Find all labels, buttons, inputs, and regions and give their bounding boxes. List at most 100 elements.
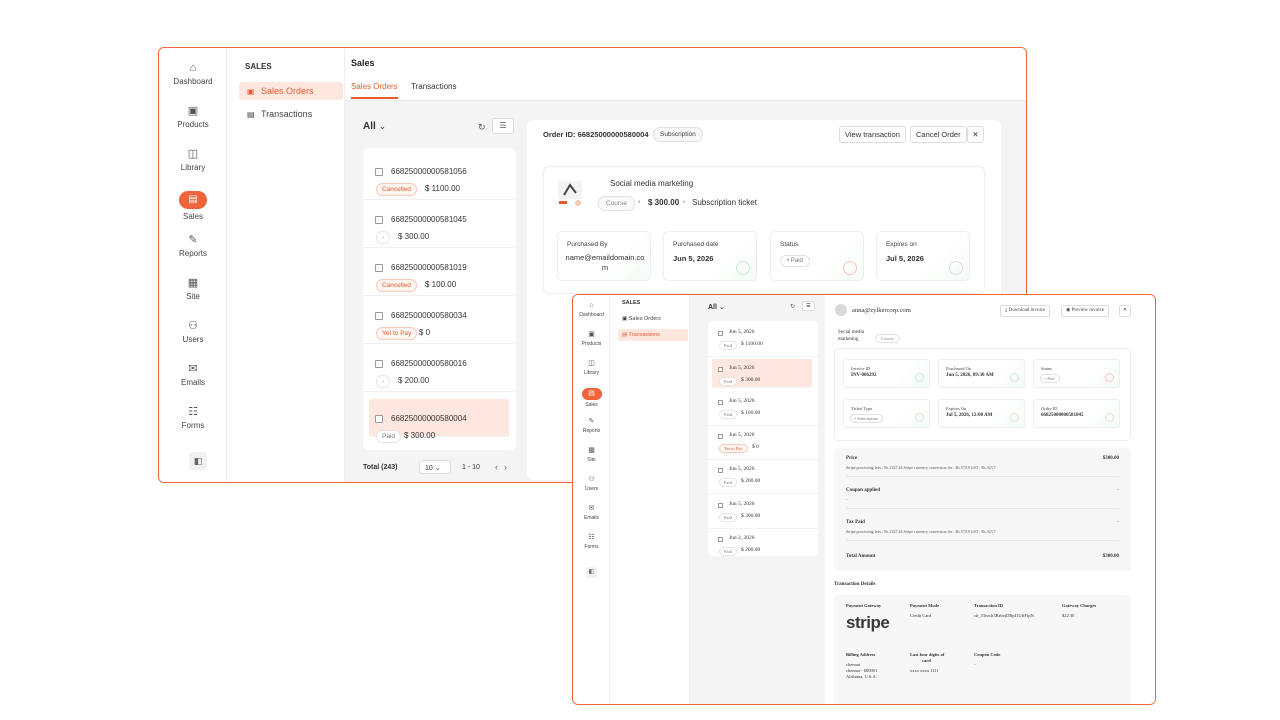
transaction-date: Jun 5, 2026 xyxy=(729,329,755,335)
tab-sales-orders[interactable]: Sales Orders xyxy=(351,82,398,99)
refresh-icon[interactable]: ↻ xyxy=(790,303,795,310)
row-checkbox[interactable] xyxy=(375,415,383,423)
nav-item-site[interactable]: ▦ Site xyxy=(159,277,227,301)
nav-item-forms[interactable]: ☷ Forms xyxy=(159,406,227,430)
transaction-date: Jun 5, 2026 xyxy=(729,365,755,371)
transaction-row[interactable]: Jun 5, 2026 Paid $ 300.00 xyxy=(712,359,812,388)
nav-item-users[interactable]: ⚇ Users xyxy=(159,320,227,344)
filter-icon[interactable]: ☰ xyxy=(802,301,815,311)
product-card: Social media marketing Course • $ 300.00… xyxy=(543,166,985,294)
status-icon xyxy=(843,261,857,275)
preview-invoice-button[interactable]: ◉ Preview invoice xyxy=(1061,305,1109,317)
subnav-item-sales-orders[interactable]: ▣ Sales Orders xyxy=(239,82,343,100)
row-checkbox[interactable] xyxy=(718,468,723,474)
subnav-item-transactions[interactable]: ▤ Transactions xyxy=(618,329,688,341)
transaction-row[interactable]: Jun 5, 2026 Paid $ 100.00 xyxy=(708,392,818,426)
subnav-item-sales-orders[interactable]: ▣ Sales Orders xyxy=(618,313,688,325)
row-checkbox[interactable] xyxy=(718,331,723,336)
refresh-icon[interactable]: ↻ xyxy=(478,122,486,133)
price-breakdown: Price $300.00 Stripe processing fees : R… xyxy=(834,448,1131,571)
nav-item-products[interactable]: ▣ Products xyxy=(573,330,610,347)
charges-col: Gateway Charges $22.30 xyxy=(1062,603,1096,619)
nav-item-library[interactable]: ◫ Library xyxy=(159,148,227,172)
collapse-sidebar-icon[interactable]: ◧ xyxy=(189,452,207,470)
filter-icon[interactable]: ☰ xyxy=(492,118,514,134)
order-row[interactable]: 66825000000580034 Yet to Pay $ 0 xyxy=(363,296,516,344)
status-card: Status • Paid xyxy=(1033,359,1120,388)
order-row[interactable]: 66825000000581019 Cancelled $ 100.00 xyxy=(363,248,516,296)
nav-item-reports[interactable]: ✎ Reports xyxy=(573,417,610,434)
avatar xyxy=(835,304,847,316)
purchased-on-label: Purchased On xyxy=(946,366,972,371)
nav-item-emails[interactable]: ✉ Emails xyxy=(573,504,610,521)
order-id: 66825000000581045 xyxy=(391,215,467,224)
transaction-row[interactable]: Jun 5, 2026 Paid $ 200.00 xyxy=(708,460,818,495)
filter-dropdown[interactable]: All ⌄ xyxy=(708,303,725,311)
card-label: card xyxy=(922,658,931,663)
transaction-row[interactable]: Jun 5, 2026 Paid $ 300.00 xyxy=(708,495,818,529)
view-transaction-button[interactable]: View transaction xyxy=(839,126,906,143)
order-row[interactable]: 66825000000580016- $ 200.00 xyxy=(363,344,516,392)
billing-col: Billing Address chennai chennai - 600001… xyxy=(846,652,877,680)
tax-value: - xyxy=(1117,520,1119,525)
ticket-type: Subscription ticket xyxy=(692,198,757,207)
forms-icon: ☷ xyxy=(588,534,595,541)
order-row[interactable]: 66825000000581056 Cancelled $ 1100.00 xyxy=(363,152,516,200)
pagination: Total (243) 10 ⌄ 1 - 10 ‹› xyxy=(363,460,523,476)
transaction-amount: $ 200.00 xyxy=(741,478,761,485)
ticket-type-card: Ticket Type • Subscription xyxy=(843,399,930,428)
pager-arrows[interactable]: ‹› xyxy=(495,462,513,472)
close-icon[interactable]: ✕ xyxy=(1119,305,1131,317)
row-checkbox[interactable] xyxy=(375,360,383,368)
row-checkbox[interactable] xyxy=(718,502,723,508)
status-badge: - xyxy=(376,231,391,244)
row-checkbox[interactable] xyxy=(718,367,723,372)
row-checkbox[interactable] xyxy=(375,216,383,224)
download-invoice-button[interactable]: ⤓ Download invoice xyxy=(1000,305,1051,317)
preview-invoice-label: Preview invoice xyxy=(1071,308,1104,313)
order-row[interactable]: 66825000000580004 Paid $ 300.00 xyxy=(369,399,509,443)
subnav-label: Sales Orders xyxy=(261,86,314,96)
products-icon: ▣ xyxy=(187,105,199,117)
page-title: Sales xyxy=(351,58,375,68)
nav-item-forms[interactable]: ☷ Forms xyxy=(573,533,610,550)
filter-dropdown[interactable]: All ⌄ xyxy=(363,121,386,132)
tab-transactions[interactable]: Transactions xyxy=(411,82,457,97)
subnav-item-transactions[interactable]: ▤ Transactions xyxy=(239,105,343,123)
close-icon[interactable]: ✕ xyxy=(967,126,984,143)
nav-item-users[interactable]: ⚇ Users xyxy=(573,475,610,492)
nav-item-dashboard[interactable]: ⌂ Dashboard xyxy=(573,301,610,318)
row-checkbox[interactable] xyxy=(718,399,723,405)
nav-item-dashboard[interactable]: ⌂ Dashboard xyxy=(159,62,227,86)
status-badge: Yet to Pay xyxy=(719,443,748,453)
order-row[interactable]: 66825000000581045- $ 300.00 xyxy=(363,200,516,248)
nav-item-reports[interactable]: ✎ Reports xyxy=(159,234,227,258)
nav-item-site[interactable]: ▦ Site xyxy=(573,446,610,463)
transaction-row[interactable]: Jun 5, 2026 Yet to Pay $ 0 xyxy=(708,426,818,460)
txn-id-col: Transaction ID ch_3Tezch3Bs6vjDRpI1UfiFfp… xyxy=(974,603,1034,619)
collapse-sidebar-icon[interactable]: ◧ xyxy=(586,567,597,578)
row-checkbox[interactable] xyxy=(375,264,383,272)
cancel-order-button[interactable]: Cancel Order xyxy=(910,126,967,143)
invoice-info-grid: Invoice ID INV-006292 Purchased On Jun 5… xyxy=(834,348,1131,441)
nav-item-products[interactable]: ▣ Products xyxy=(159,105,227,129)
row-checkbox[interactable] xyxy=(375,312,383,320)
transactions-icon: ▤ xyxy=(622,332,629,338)
tax-row: Tax Paid - Stripe processing fees : Rs.1… xyxy=(846,520,1119,541)
subnav-label: Sales Orders xyxy=(628,316,661,322)
transaction-date: Jun 5, 2026 xyxy=(729,500,755,507)
nav-item-library[interactable]: ◫ Library xyxy=(573,359,610,376)
nav-item-sales[interactable]: ▤ Sales xyxy=(159,191,227,221)
row-checkbox[interactable] xyxy=(718,536,723,542)
charges-label: Gateway Charges xyxy=(1062,603,1097,608)
transaction-row[interactable]: Jun 5, 2026 Paid $ 1100.00 xyxy=(708,323,818,357)
nav-item-emails[interactable]: ✉ Emails xyxy=(159,363,227,387)
per-page-value: 10 xyxy=(425,465,433,472)
row-checkbox[interactable] xyxy=(718,433,723,439)
row-checkbox[interactable] xyxy=(375,168,383,176)
tax-note: Stripe processing fees : Rs.1227.44 Stri… xyxy=(846,529,996,534)
per-page-select[interactable]: 10 ⌄ xyxy=(419,460,451,474)
transaction-row[interactable]: Jun 2, 2026 Paid $ 200.00 xyxy=(708,529,818,556)
nav-item-label: Products xyxy=(581,341,602,347)
nav-item-sales[interactable]: ▤ Sales xyxy=(573,388,610,408)
